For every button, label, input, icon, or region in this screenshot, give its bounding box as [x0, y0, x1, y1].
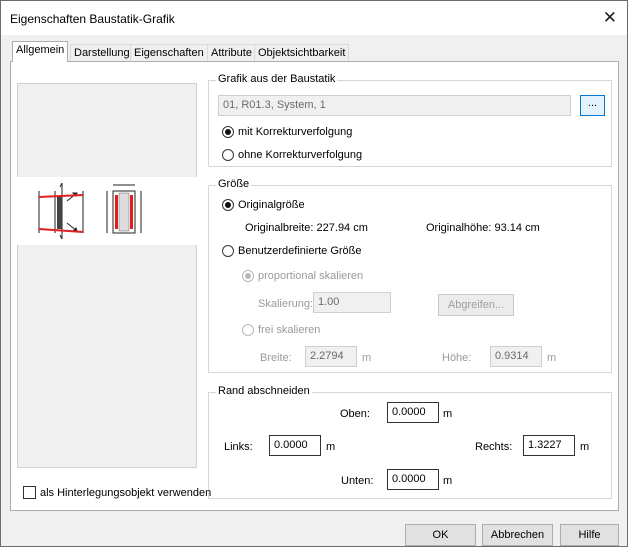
original-hoehe-text: Originalhöhe: 93.14 cm — [426, 222, 540, 234]
tab-label: Objektsichtbarkeit — [258, 47, 346, 59]
browse-button[interactable]: ... — [580, 95, 605, 116]
grafik-legend: Grafik aus der Baustatik — [216, 73, 338, 85]
radio-label-proportional: proportional skalieren — [258, 270, 364, 282]
links-input[interactable]: 0.0000 — [269, 435, 321, 456]
unten-unit: m — [443, 475, 453, 487]
tab-eigenschaften[interactable]: Eigenschaften — [130, 44, 208, 62]
skalierung-input[interactable]: 1.00 — [313, 292, 391, 313]
radio-ohne-korrekturverfolgung[interactable] — [222, 149, 234, 161]
cross-section-graphic — [38, 182, 142, 240]
radio-proportional[interactable] — [242, 270, 254, 282]
radio-mit-korrekturverfolgung[interactable] — [222, 126, 234, 138]
radio-label-originalgroesse: Originalgröße — [238, 199, 305, 211]
rechts-label: Rechts: — [475, 441, 513, 453]
rand-legend: Rand abschneiden — [216, 385, 312, 397]
unten-input[interactable]: 0.0000 — [387, 469, 439, 490]
hoehe-unit: m — [547, 352, 557, 364]
original-breite-text: Originalbreite: 227.94 cm — [245, 222, 368, 234]
graphic-preview — [17, 83, 197, 468]
oben-unit: m — [443, 408, 453, 420]
breite-label: Breite: — [260, 352, 292, 364]
groesse-legend: Größe — [216, 178, 252, 190]
tab-objektsichtbarkeit[interactable]: Objektsichtbarkeit — [254, 44, 350, 62]
dialog-window: Eigenschaften Baustatik-Grafik ✕ Allgeme… — [0, 0, 628, 547]
close-icon[interactable]: ✕ — [603, 8, 617, 28]
radio-frei-skalieren[interactable] — [242, 324, 254, 336]
title-bar: Eigenschaften Baustatik-Grafik ✕ — [1, 1, 627, 35]
abgreifen-button[interactable]: Abgreifen... — [438, 294, 514, 316]
breite-unit: m — [362, 352, 372, 364]
radio-label-ohne: ohne Korrekturverfolgung — [238, 149, 363, 161]
hoehe-label: Höhe: — [442, 352, 472, 364]
tab-label: Attribute — [211, 47, 252, 59]
oben-label: Oben: — [340, 408, 370, 420]
tab-allgemein[interactable]: Allgemein — [12, 41, 69, 62]
graphic-source-field[interactable]: 01, R01.3, System, 1 — [218, 95, 571, 116]
oben-input[interactable]: 0.0000 — [387, 402, 439, 423]
hinterlegung-checkbox[interactable] — [23, 486, 36, 499]
links-label: Links: — [224, 441, 253, 453]
breite-input[interactable]: 2.2794 — [305, 346, 357, 367]
radio-label-mit: mit Korrekturverfolgung — [238, 126, 353, 138]
hinterlegung-label: als Hinterlegungsobjekt verwenden — [40, 487, 212, 499]
tab-attribute[interactable]: Attribute — [207, 44, 256, 62]
graphic-preview-image — [17, 177, 197, 245]
radio-label-benutzerdefiniert: Benutzerdefinierte Größe — [238, 245, 362, 257]
ok-button[interactable]: OK — [405, 524, 476, 546]
radio-benutzerdefiniert[interactable] — [222, 245, 234, 257]
tab-darstellung[interactable]: Darstellung — [70, 44, 134, 62]
radio-originalgroesse[interactable] — [222, 199, 234, 211]
rechts-input[interactable]: 1.3227 — [523, 435, 575, 456]
hoehe-input[interactable]: 0.9314 — [490, 346, 542, 367]
abbrechen-button[interactable]: Abbrechen — [482, 524, 553, 546]
skalierung-label: Skalierung: — [258, 298, 314, 310]
unten-label: Unten: — [341, 475, 374, 487]
radio-label-frei: frei skalieren — [258, 324, 321, 336]
tab-label: Eigenschaften — [134, 47, 204, 59]
tab-label: Allgemein — [16, 44, 65, 56]
rechts-unit: m — [580, 441, 590, 453]
tab-label: Darstellung — [74, 47, 130, 59]
hilfe-button[interactable]: Hilfe — [560, 524, 619, 546]
window-title: Eigenschaften Baustatik-Grafik — [10, 12, 175, 26]
links-unit: m — [326, 441, 336, 453]
